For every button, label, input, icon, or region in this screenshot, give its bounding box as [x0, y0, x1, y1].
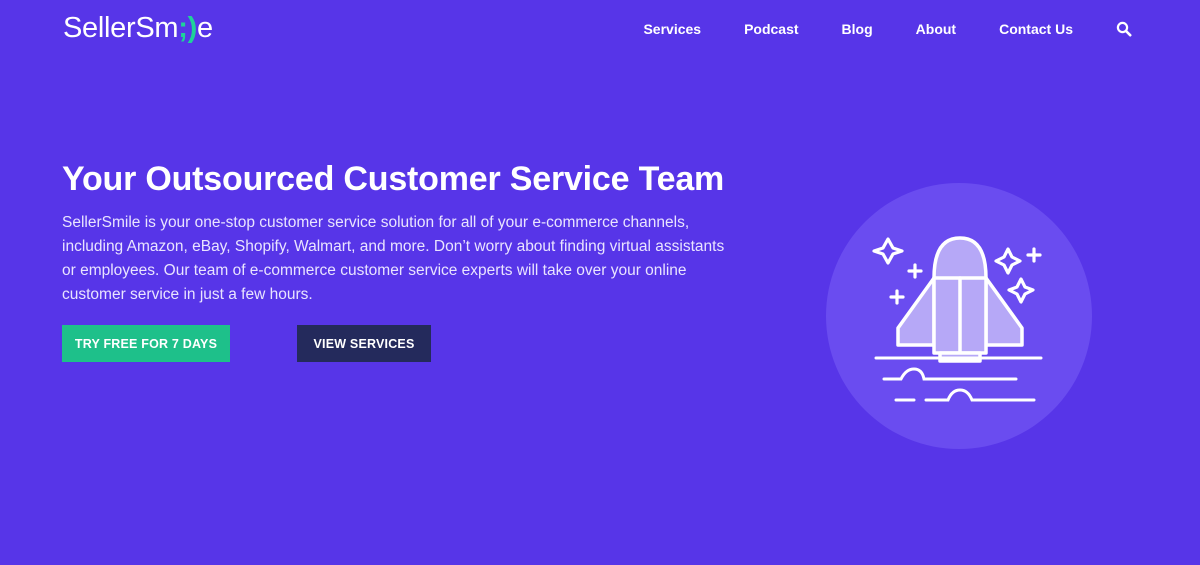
- main-nav: Services Podcast Blog About Contact Us: [643, 21, 1132, 37]
- nav-item-blog[interactable]: Blog: [842, 21, 873, 37]
- logo-text: SellerSm: [63, 12, 179, 44]
- view-services-button[interactable]: VIEW SERVICES: [297, 325, 431, 362]
- nav-item-services[interactable]: Services: [643, 21, 701, 37]
- try-free-button[interactable]: TRY FREE FOR 7 DAYS: [62, 325, 230, 362]
- nav-item-podcast[interactable]: Podcast: [744, 21, 798, 37]
- search-icon[interactable]: [1116, 21, 1132, 37]
- logo-smile: ;): [178, 12, 197, 44]
- nav-item-contact-us[interactable]: Contact Us: [999, 21, 1073, 37]
- hero-description: SellerSmile is your one-stop customer se…: [62, 214, 725, 303]
- hero-title: Your Outsourced Customer Service Team: [62, 160, 725, 198]
- logo[interactable]: SellerSm;) e: [63, 12, 213, 45]
- rocket-illustration: [826, 183, 1092, 449]
- nav-item-about[interactable]: About: [916, 21, 956, 37]
- logo-text-end: e: [196, 12, 213, 44]
- rocket-icon: [826, 183, 1092, 449]
